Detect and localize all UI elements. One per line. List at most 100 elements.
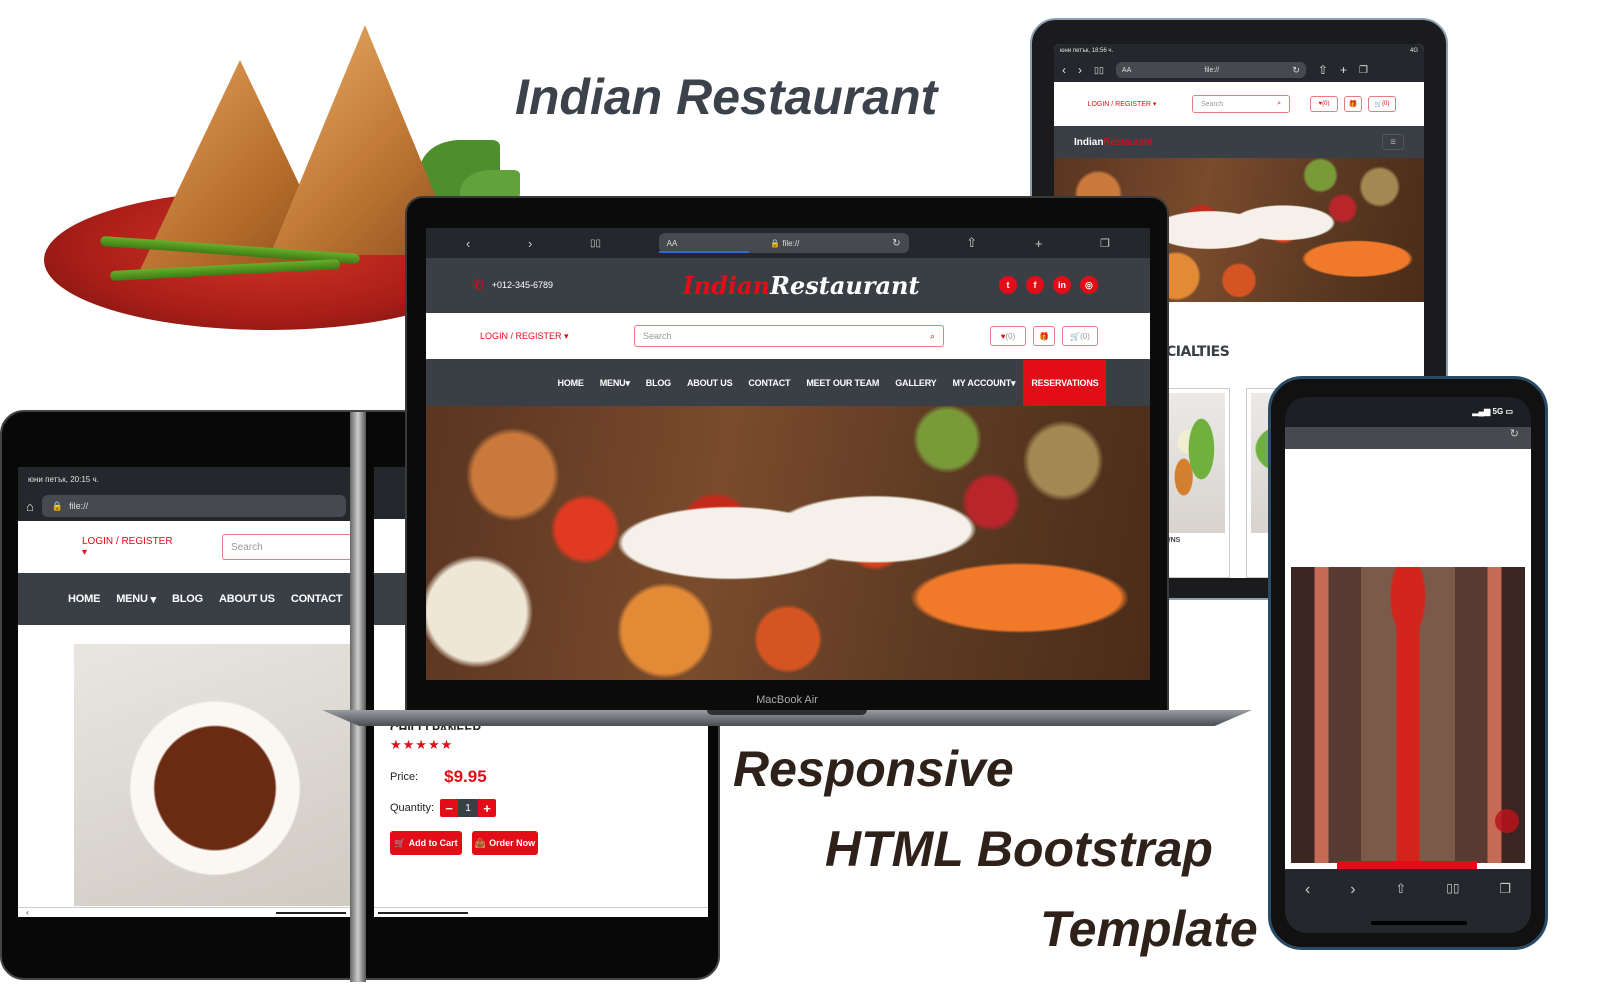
bookmarks-icon[interactable]: ▯▯ xyxy=(1446,881,1459,895)
share-icon[interactable]: ⇧ xyxy=(1395,881,1406,897)
social-links: t f in ◎ xyxy=(998,276,1098,294)
back-icon[interactable]: ‹ xyxy=(466,236,470,251)
scroll-top-button[interactable] xyxy=(1495,809,1519,833)
wishlist-button[interactable]: ♥ (0) xyxy=(1310,96,1338,112)
new-tab-icon[interactable]: + xyxy=(1340,63,1347,77)
linkedin-icon[interactable]: in xyxy=(1052,276,1071,294)
decrease-button[interactable]: − xyxy=(440,799,459,817)
nav-my-account[interactable]: MY ACCOUNT ▾ xyxy=(945,360,1024,406)
nav-contact[interactable]: CONTACT xyxy=(740,360,798,406)
site-header: ✆ +012-345-6789 IndianRestaurant t f in ◎ xyxy=(426,258,1150,312)
share-icon[interactable]: ⇧ xyxy=(966,235,977,251)
nav-menu[interactable]: MENU ▾ xyxy=(592,360,638,406)
chevron-down-icon: ▾ xyxy=(625,377,630,388)
quantity-stepper: − 1 + xyxy=(440,799,497,817)
search-icon[interactable]: ⌕ xyxy=(930,331,935,342)
address-bar[interactable]: 🔒 file:// xyxy=(41,495,346,517)
forward-icon[interactable]: › xyxy=(528,236,532,251)
home-icon[interactable]: ⌂ xyxy=(26,499,34,514)
top-bar: LOGIN / REGISTER ▾ Search ⌕ ♥ (0) 🎁 🛒 (0) xyxy=(1054,82,1424,126)
status-time: юни петък, 18:56 ч. xyxy=(1060,48,1114,54)
add-to-cart-button[interactable]: 🛒 Add to Cart xyxy=(390,831,462,855)
search-input[interactable]: Search ⌕ xyxy=(634,325,944,347)
card-title: WNS xyxy=(1164,537,1181,544)
main-nav: HOME MENU ▾ BLOG ABOUT US CONTACT MEET OUR TE… xyxy=(426,360,1150,406)
nav-home[interactable]: HOME xyxy=(60,573,108,625)
cart-button[interactable]: 🛒 (0) xyxy=(1062,326,1098,346)
wishlist-button[interactable]: ♥ (0) xyxy=(990,326,1026,346)
scrollbar[interactable]: ‹ xyxy=(18,907,354,917)
tabs-icon[interactable]: ❐ xyxy=(1100,237,1110,250)
price-row: Price: $9.95 xyxy=(390,767,487,787)
facebook-icon[interactable]: f xyxy=(1025,276,1044,294)
nav-blog[interactable]: BLOG xyxy=(638,360,679,406)
forward-icon[interactable]: › xyxy=(1078,63,1082,77)
address-bar[interactable]: ↻ xyxy=(1285,427,1531,449)
top-bar: LOGIN / REGISTER ▾ Search xyxy=(18,521,354,573)
brand-bar: IndianRestaurant ≡ xyxy=(1054,126,1424,158)
instagram-icon[interactable]: ◎ xyxy=(1079,276,1098,294)
back-icon[interactable]: ‹ xyxy=(1305,881,1310,899)
browser-toolbar: ‹ › ▯▯ AA 🔒 file:// ↻ ⇧ + ❐ xyxy=(426,228,1150,258)
reload-icon[interactable]: ↻ xyxy=(1292,65,1300,76)
status-bar: ▂▄▆ 5G ▭ xyxy=(1285,397,1531,427)
back-icon[interactable]: ‹ xyxy=(1062,63,1066,77)
nav-reservations[interactable]: RESERVATIONS xyxy=(1023,360,1107,406)
forward-icon[interactable]: › xyxy=(1350,881,1355,899)
address-bar[interactable]: AA 🔒 file:// ↻ xyxy=(658,233,909,253)
brand-logo[interactable]: IndianRestaurant xyxy=(1074,137,1152,148)
bookmarks-icon[interactable]: ▯▯ xyxy=(1094,65,1104,76)
quantity-input[interactable]: 1 xyxy=(458,799,479,817)
brand-logo[interactable]: IndianRestaurant xyxy=(682,271,919,300)
hero-image xyxy=(426,406,1150,680)
tagline-responsive: Responsive xyxy=(733,741,1014,797)
search-input[interactable]: Search ⌕ xyxy=(1192,95,1290,113)
nav-menu[interactable]: MENU ▾ xyxy=(108,573,164,625)
load-progress xyxy=(658,251,749,253)
signal-icon: ▂▄▆ xyxy=(1472,407,1491,416)
gift-icon: 🎁 xyxy=(1039,331,1049,341)
new-tab-icon[interactable]: + xyxy=(1035,236,1043,251)
nav-gallery[interactable]: GALLERY xyxy=(887,360,944,406)
order-now-button[interactable]: 👜 Order Now xyxy=(472,831,538,855)
reader-aa[interactable]: AA xyxy=(667,239,678,248)
reload-icon[interactable]: ↻ xyxy=(1510,428,1519,440)
login-register-link[interactable]: LOGIN / REGISTER ▾ xyxy=(1072,100,1172,108)
share-icon[interactable]: ⇧ xyxy=(1318,63,1328,77)
specialty-card[interactable]: WNS xyxy=(1162,388,1230,578)
card-image xyxy=(1166,393,1225,533)
nav-about-us[interactable]: ABOUT US xyxy=(211,573,283,625)
search-input[interactable]: Search xyxy=(222,534,354,560)
login-register-link[interactable]: LOGIN / REGISTER ▾ xyxy=(480,331,580,342)
nav-blog[interactable]: BLOG xyxy=(164,573,211,625)
login-register-link[interactable]: LOGIN / REGISTER ▾ xyxy=(82,536,174,558)
status-bar: юни петък, 18:56 ч. 4G xyxy=(1054,44,1424,58)
url-text: 🔒 file:// xyxy=(770,238,800,248)
nav-home[interactable]: HOME xyxy=(550,360,592,406)
laptop-notch xyxy=(707,710,867,715)
reader-aa[interactable]: AA xyxy=(1122,67,1131,74)
tabs-icon[interactable]: ❐ xyxy=(1359,65,1368,76)
status-network: 4G xyxy=(1409,48,1418,54)
nav-meet-our-team[interactable]: MEET OUR TEAM xyxy=(798,360,887,406)
url-text: file:// xyxy=(1204,66,1220,74)
hamburger-menu-icon[interactable]: ≡ xyxy=(1382,134,1404,150)
status-bar: юни петък, 20:15 ч. xyxy=(18,467,354,491)
tabs-icon[interactable]: ❐ xyxy=(1499,881,1511,897)
cart-button[interactable]: 🛒 (0) xyxy=(1368,96,1396,112)
address-bar[interactable]: AA file:// ↻ xyxy=(1115,62,1306,78)
scrollbar[interactable] xyxy=(374,907,708,917)
nav-about-us[interactable]: ABOUT US xyxy=(679,360,740,406)
browser-toolbar: ‹ › ▯▯ AA file:// ↻ ⇧ + ❐ xyxy=(1054,58,1424,82)
reload-icon[interactable]: ↻ xyxy=(892,238,900,249)
search-icon[interactable]: ⌕ xyxy=(1277,100,1281,108)
twitter-icon[interactable]: t xyxy=(998,276,1017,294)
nav-contact[interactable]: CONTACT xyxy=(283,573,351,625)
phone-contact[interactable]: ✆ +012-345-6789 xyxy=(472,277,553,294)
laptop-base xyxy=(322,710,1252,726)
gift-button[interactable]: 🎁 xyxy=(1033,326,1055,346)
action-buttons: 🛒 Add to Cart 👜 Order Now xyxy=(390,831,538,855)
bookmarks-icon[interactable]: ▯▯ xyxy=(590,238,601,249)
gift-button[interactable]: 🎁 xyxy=(1344,96,1362,112)
increase-button[interactable]: + xyxy=(478,799,497,817)
